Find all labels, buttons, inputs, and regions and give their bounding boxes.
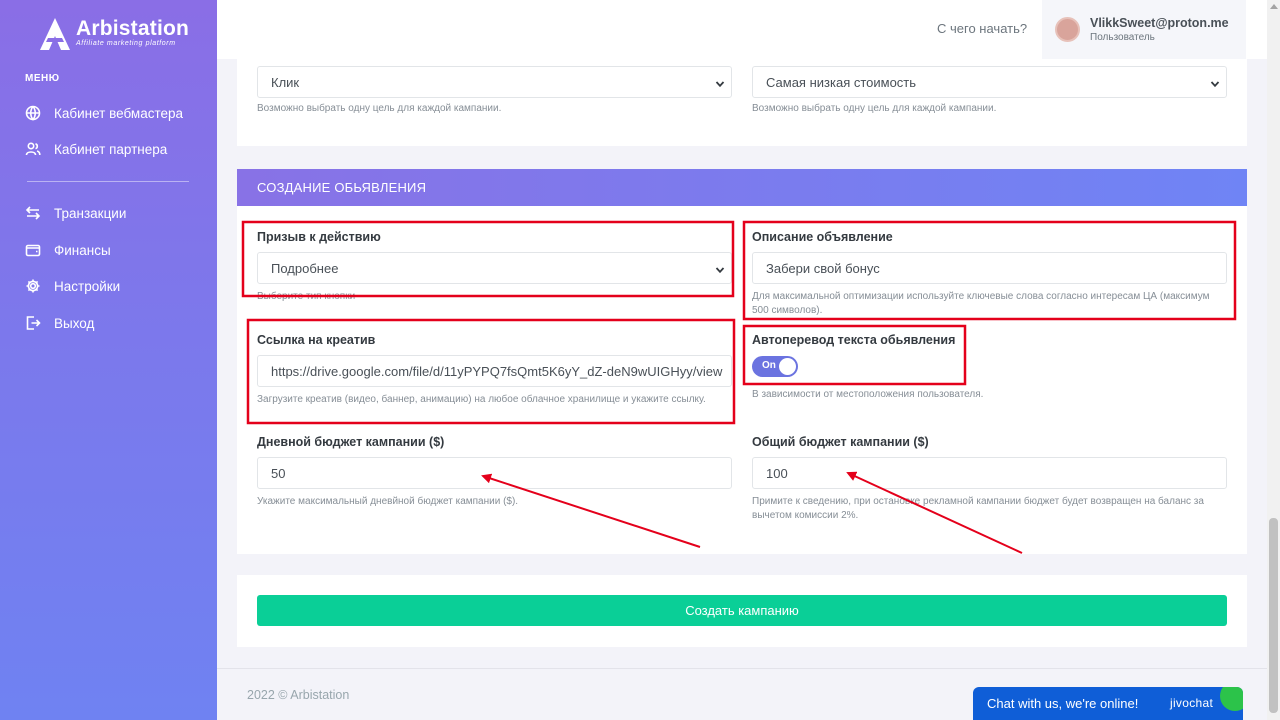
goal-hint: Возможно выбрать одну цель для каждой ка… — [257, 103, 502, 114]
logo-mark-icon — [40, 18, 70, 50]
sidebar-item-label: Кабинет партнера — [54, 141, 168, 157]
chat-brand: jivochat — [1170, 696, 1214, 710]
toggle-state-label: On — [762, 360, 776, 371]
cta-label: Призыв к действию — [257, 230, 381, 244]
chevron-down-icon — [715, 77, 725, 88]
brand-tagline: Affiliate marketing platform — [76, 40, 176, 47]
user-menu[interactable]: VlikkSweet@proton.me Пользователь — [1042, 0, 1246, 59]
user-role: Пользователь — [1090, 32, 1155, 43]
autotranslate-hint: В зависимости от местоположения пользова… — [752, 389, 984, 400]
section-title: СОЗДАНИЕ ОБЬЯВЛЕНИЯ — [237, 169, 1247, 206]
menu-divider — [27, 181, 189, 182]
chevron-down-icon — [1210, 77, 1220, 88]
wallet-icon — [25, 244, 41, 257]
brand-logo[interactable]: Arbistation Affiliate marketing platform — [38, 16, 189, 52]
description-label: Описание объявление — [752, 230, 893, 244]
sidebar-item-label: Выход — [54, 315, 95, 331]
daily-budget-input[interactable]: 50 — [257, 457, 732, 489]
arrows-icon — [25, 206, 41, 220]
help-link[interactable]: С чего начать? — [937, 21, 1027, 36]
sidebar: Arbistation Affiliate marketing platform… — [0, 0, 217, 720]
strategy-select-value: Самая низкая стоимость — [766, 74, 917, 90]
goal-select[interactable]: Клик — [257, 66, 732, 98]
description-input[interactable]: Забери свой бонус — [752, 252, 1227, 284]
chat-bubble-icon — [1220, 687, 1243, 711]
description-hint: Для максимальной оптимизации используйте… — [752, 291, 1210, 316]
gear-icon — [26, 279, 40, 293]
sidebar-item-transactions[interactable]: Транзакции — [25, 203, 126, 223]
goal-card: Клик Возможно выбрать одну цель для кажд… — [237, 59, 1247, 146]
topbar: С чего начать? VlikkSweet@proton.me Поль… — [217, 0, 1267, 59]
user-email: VlikkSweet@proton.me — [1090, 16, 1229, 30]
sidebar-item-label: Финансы — [54, 242, 111, 258]
daily-budget-hint: Укажите максимальный дневйной бюджет кам… — [257, 496, 519, 507]
autotranslate-toggle[interactable]: On — [752, 356, 798, 377]
sidebar-item-label: Транзакции — [54, 205, 127, 221]
creative-label: Ссылка на креатив — [257, 333, 376, 347]
total-budget-label: Общий бюджет кампании ($) — [752, 435, 929, 449]
creative-hint: Загрузите креатив (видео, баннер, анимац… — [257, 394, 706, 405]
chevron-down-icon — [715, 263, 725, 274]
cta-hint: Выберите тип кнопки — [257, 291, 356, 302]
cta-select-value: Подробнее — [271, 260, 339, 276]
logout-icon — [26, 316, 41, 330]
create-campaign-button[interactable]: Создать кампанию — [257, 595, 1227, 626]
scroll-up-icon[interactable] — [1270, 4, 1278, 9]
sidebar-item-webmaster[interactable]: Кабинет вебмастера — [25, 103, 183, 123]
sidebar-item-label: Настройки — [54, 278, 121, 294]
daily-budget-label: Дневной бюджет кампании ($) — [257, 435, 445, 449]
sidebar-item-logout[interactable]: Выход — [25, 313, 94, 333]
globe-icon — [25, 105, 41, 121]
sidebar-item-finance[interactable]: Финансы — [25, 240, 111, 260]
ad-creation-card: СОЗДАНИЕ ОБЬЯВЛЕНИЯ Призыв к действию По… — [237, 169, 1247, 554]
strategy-hint: Возможно выбрать одну цель для каждой ка… — [752, 103, 997, 114]
creative-url-input[interactable]: https://drive.google.com/file/d/11yPYPQ7… — [257, 355, 732, 387]
page-scrollbar[interactable] — [1267, 0, 1280, 720]
chat-text: Chat with us, we're online! — [987, 696, 1139, 711]
menu-caption: МЕНЮ — [25, 73, 60, 84]
total-budget-hint: Примите к сведению, при остановке реклам… — [752, 496, 1204, 521]
brand-name: Arbistation — [76, 17, 190, 40]
cta-select[interactable]: Подробнее — [257, 252, 732, 284]
avatar — [1055, 17, 1080, 42]
sidebar-item-label: Кабинет вебмастера — [54, 105, 184, 121]
strategy-select[interactable]: Самая низкая стоимость — [752, 66, 1227, 98]
total-budget-input[interactable]: 100 — [752, 457, 1227, 489]
toggle-knob — [779, 358, 796, 375]
scroll-thumb[interactable] — [1269, 518, 1278, 713]
footer-divider — [217, 668, 1267, 669]
chat-widget[interactable]: Chat with us, we're online! jivochat — [973, 687, 1243, 720]
sidebar-item-settings[interactable]: Настройки — [25, 276, 120, 296]
goal-select-value: Клик — [271, 74, 300, 90]
submit-card: Создать кампанию — [237, 575, 1247, 647]
users-icon — [25, 142, 41, 156]
footer-copyright: 2022 © Arbistation — [247, 688, 350, 702]
autotranslate-label: Автоперевод текста обьявления — [752, 333, 956, 347]
sidebar-item-partner[interactable]: Кабинет партнера — [25, 139, 167, 159]
